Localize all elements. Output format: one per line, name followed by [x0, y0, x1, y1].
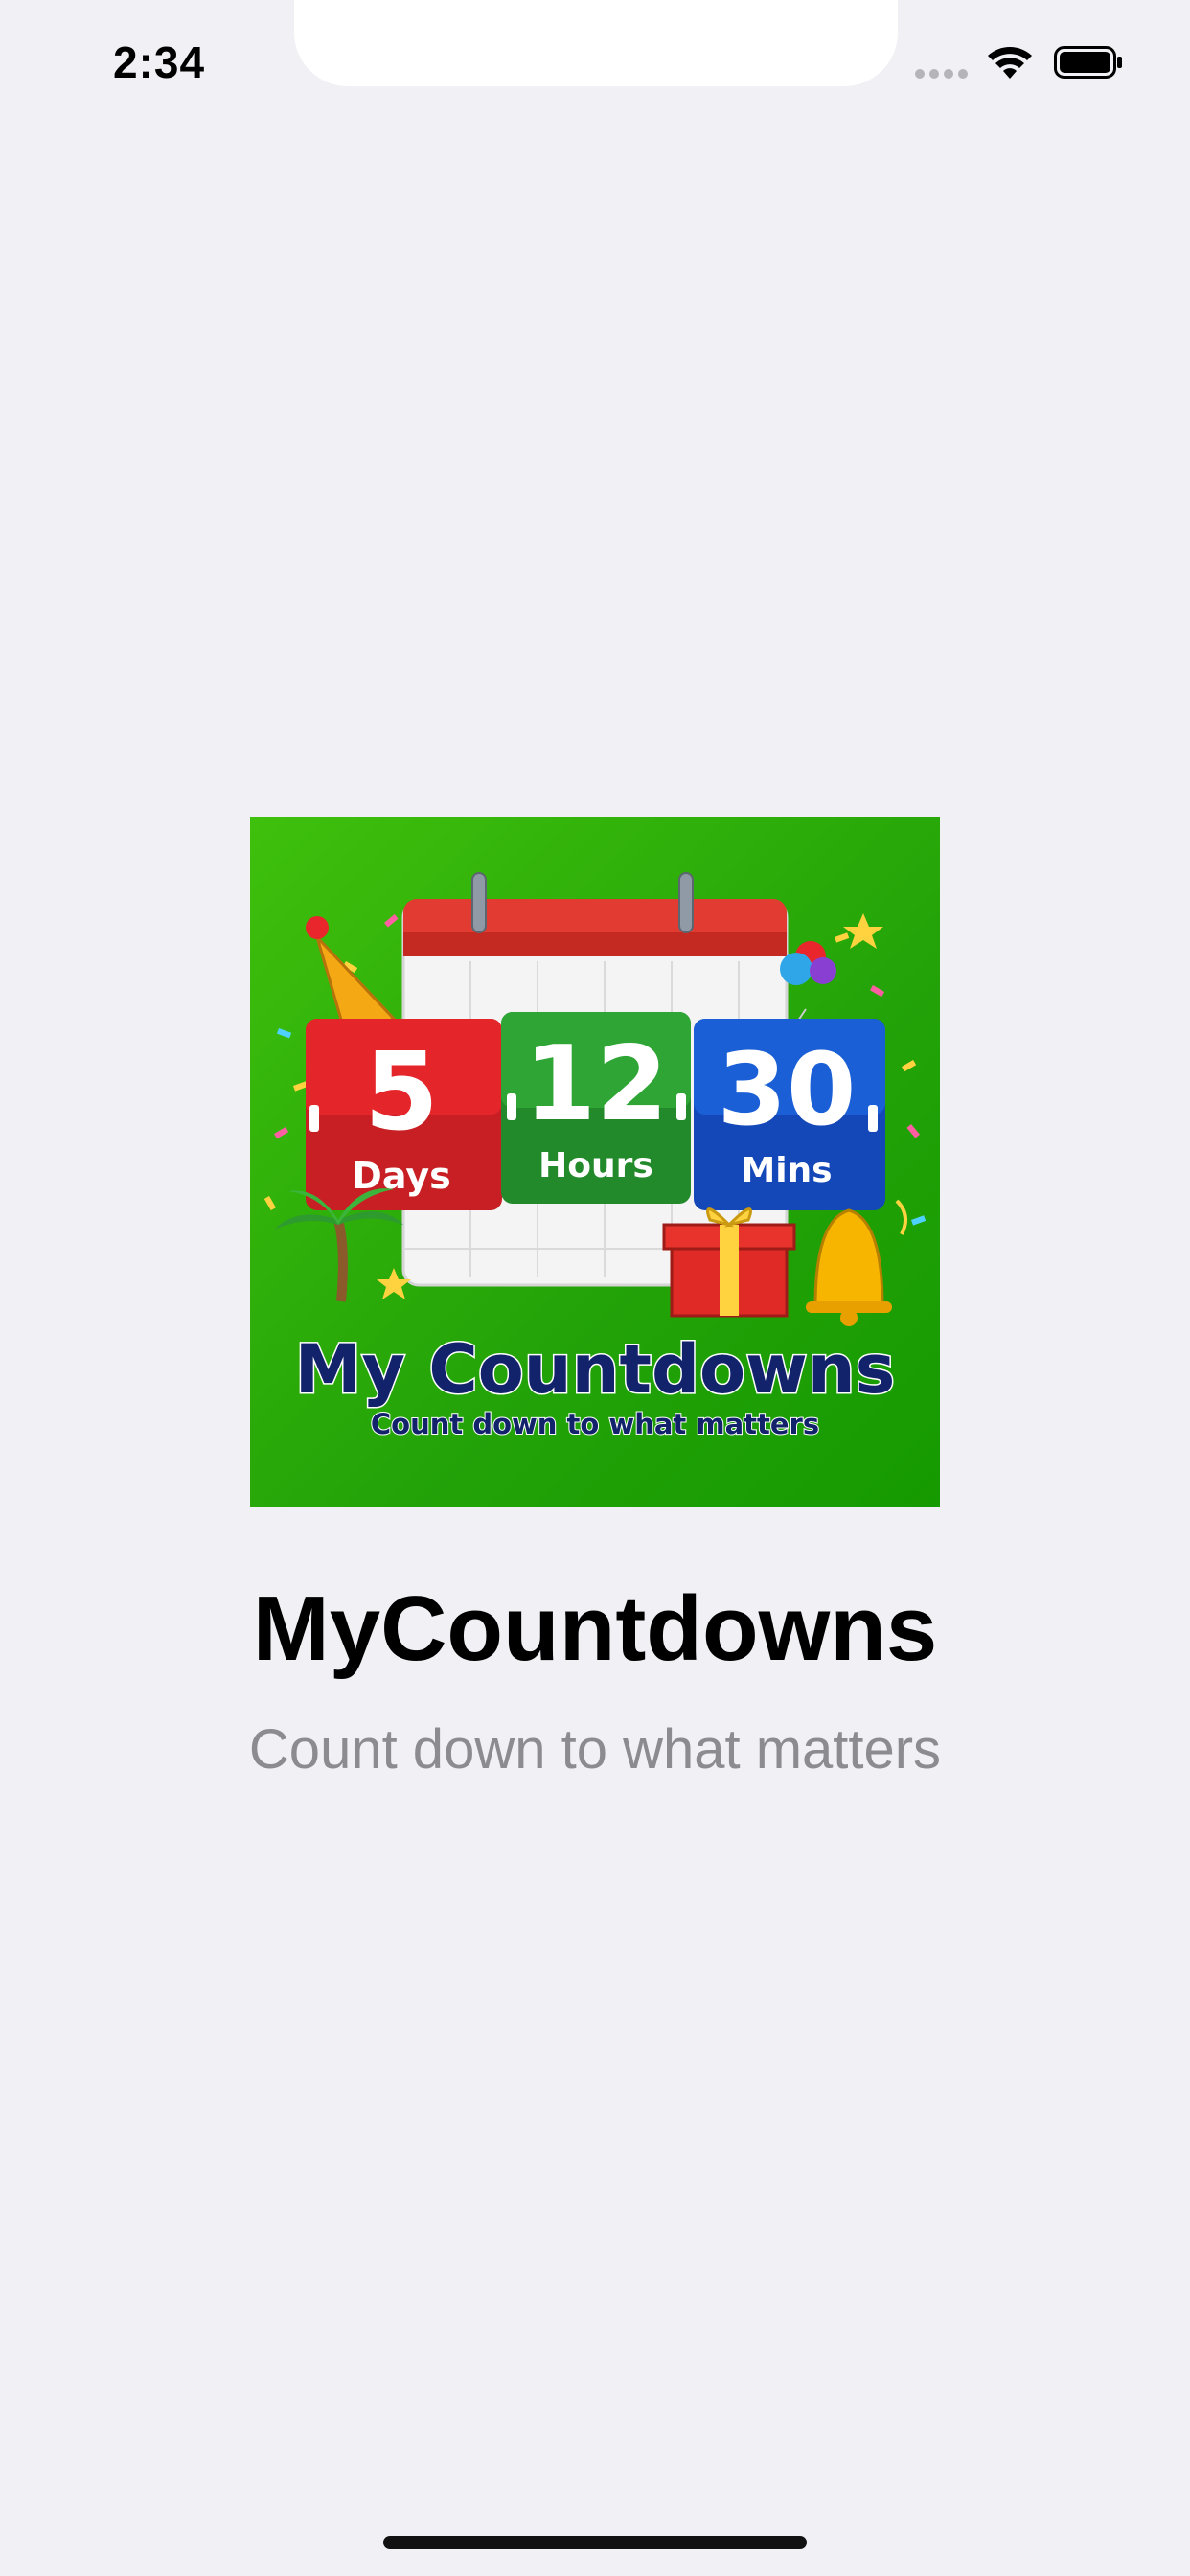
flip-card-number: 5	[364, 1030, 439, 1155]
icon-subtitle: Count down to what matters	[371, 1408, 819, 1440]
flip-card-unit: Mins	[741, 1151, 832, 1190]
flip-card-days: 5 Days	[306, 1019, 502, 1210]
flip-card-number: 30	[718, 1031, 857, 1148]
device-notch	[294, 0, 898, 86]
app-name-title: MyCountdowns	[252, 1577, 938, 1680]
app-icon: 5 Days 12 Hours 30 Mins My Countdowns Co…	[250, 817, 940, 1507]
app-icon-artwork: 5 Days 12 Hours 30 Mins My Countdowns Co…	[263, 872, 927, 1441]
battery-icon	[1054, 46, 1122, 79]
party-hat-icon	[306, 916, 397, 1038]
flip-card-unit: Days	[352, 1155, 450, 1197]
icon-title: My Countdowns	[295, 1330, 896, 1409]
bell-icon	[806, 1199, 907, 1326]
wifi-icon	[988, 47, 1032, 79]
cellular-signal-icon	[915, 69, 969, 79]
home-indicator[interactable]	[383, 2536, 807, 2549]
launch-screen: 2:34 5 Days 12 Hours 30 Mins My Countdow…	[0, 0, 1190, 2576]
flip-card-mins: 30 Mins	[694, 1019, 885, 1210]
gift-box-icon	[662, 1208, 796, 1318]
app-tagline: Count down to what matters	[248, 1718, 942, 1781]
flip-card-hours: 12 Hours	[501, 1012, 691, 1204]
flip-card-unit: Hours	[538, 1146, 653, 1185]
status-time: 2:34	[113, 37, 206, 87]
flip-card-number: 12	[524, 1024, 668, 1144]
